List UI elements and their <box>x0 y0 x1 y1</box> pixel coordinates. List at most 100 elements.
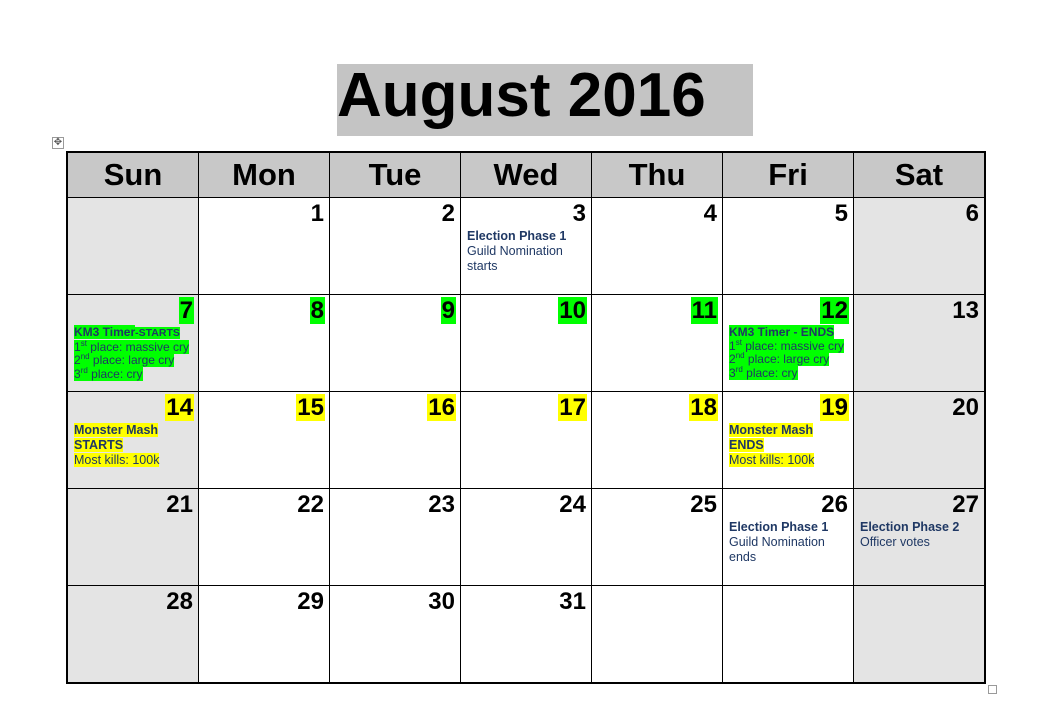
prize-line: 3rd place: cry <box>729 364 798 380</box>
prize-text: place: large cry <box>89 353 175 367</box>
day-number: 29 <box>297 588 324 615</box>
day-cell[interactable]: 19 Monster Mash ENDS Most kills: 100k <box>722 391 854 489</box>
day-cell[interactable]: 18 <box>591 391 723 489</box>
day-number <box>847 588 849 615</box>
day-number-wrap: 6 <box>854 198 984 227</box>
day-number: 28 <box>166 588 193 615</box>
day-cell[interactable]: 26 Election Phase 1 Guild Nomination ends <box>722 488 854 586</box>
day-cell[interactable]: 14 Monster Mash STARTS Most kills: 100k <box>66 391 199 489</box>
week-row: 1 2 3 Election Phase 1 Guild Nomination start… <box>66 197 986 295</box>
day-cell[interactable]: 24 <box>460 488 592 586</box>
day-number-wrap: 4 <box>592 198 722 227</box>
event: Election Phase 1 Guild Nomination ends <box>723 518 853 565</box>
day-cell[interactable]: 5 <box>722 197 854 295</box>
day-cell[interactable]: 6 <box>853 197 986 295</box>
day-number-wrap: 23 <box>330 489 460 518</box>
weekday-header-row: Sun Mon Tue Wed Thu Fri Sat <box>66 151 986 198</box>
prize-rank: 2 <box>729 352 736 366</box>
prize-rank: 3 <box>729 365 736 380</box>
event-status: ENDS <box>729 438 764 452</box>
day-number: 9 <box>440 297 456 324</box>
prize-text: place: cry <box>87 366 143 381</box>
day-number-wrap: 19 <box>723 392 853 421</box>
day-number: 23 <box>428 491 455 518</box>
day-number-wrap: 14 <box>68 392 198 421</box>
day-cell[interactable]: 31 <box>460 585 592 684</box>
prize-line: 2nd place: large cry <box>729 352 830 366</box>
day-cell[interactable]: 1 <box>198 197 330 295</box>
day-cell[interactable] <box>722 585 854 684</box>
day-number-wrap: 15 <box>199 392 329 421</box>
day-cell[interactable]: 9 <box>329 294 461 392</box>
day-number-wrap <box>854 586 984 615</box>
day-cell[interactable]: 2 <box>329 197 461 295</box>
day-number-wrap: 9 <box>330 295 460 324</box>
prize-rank: 3 <box>74 366 81 381</box>
day-number: 2 <box>441 200 455 227</box>
day-cell[interactable]: 21 <box>66 488 199 586</box>
week-row: 28 29 30 31 <box>66 585 986 684</box>
event-title-suffix: -STARTS <box>135 327 180 339</box>
day-number-wrap <box>723 586 853 615</box>
day-cell[interactable] <box>591 585 723 684</box>
day-number: 10 <box>558 297 587 324</box>
day-cell[interactable]: 17 <box>460 391 592 489</box>
day-cell[interactable]: 20 <box>853 391 986 489</box>
day-cell[interactable]: 11 <box>591 294 723 392</box>
prize-text: place: massive cry <box>86 339 189 354</box>
day-cell[interactable]: 3 Election Phase 1 Guild Nomination starts <box>460 197 592 295</box>
event-title: KM3 Timer - ENDS <box>729 325 835 339</box>
day-number: 24 <box>559 491 586 518</box>
day-cell[interactable]: 16 <box>329 391 461 489</box>
day-cell[interactable]: 4 <box>591 197 723 295</box>
calendar-title: August 2016 <box>337 61 706 130</box>
day-number: 22 <box>297 491 324 518</box>
day-number: 30 <box>428 588 455 615</box>
day-number-wrap: 5 <box>723 198 853 227</box>
event: Election Phase 2 Officer votes <box>854 518 984 550</box>
day-number: 12 <box>820 297 849 324</box>
day-number: 5 <box>834 200 848 227</box>
day-number <box>716 588 718 615</box>
event-detail: Guild Nomination <box>467 244 563 258</box>
day-number-wrap: 30 <box>330 586 460 615</box>
day-number: 25 <box>690 491 717 518</box>
prize-text: place: large cry <box>744 352 830 366</box>
table-resize-handle[interactable] <box>988 685 997 694</box>
day-number-wrap: 11 <box>592 295 722 324</box>
table-move-handle-icon[interactable]: ✥ <box>52 137 64 149</box>
day-number: 6 <box>965 200 979 227</box>
day-cell[interactable]: 25 <box>591 488 723 586</box>
event: Election Phase 1 Guild Nomination starts <box>461 227 591 274</box>
day-cell[interactable]: 12 KM3 Timer - ENDS 1st place: massive cry… <box>722 294 854 392</box>
day-number: 20 <box>952 394 979 421</box>
week-row: 7 KM3 Timer-STARTS 1st place: massive cry 2… <box>66 294 986 392</box>
day-cell[interactable]: 23 <box>329 488 461 586</box>
day-number-wrap: 18 <box>592 392 722 421</box>
day-number: 15 <box>296 394 325 421</box>
weekday-header: Sun <box>66 151 199 198</box>
day-number-wrap: 16 <box>330 392 460 421</box>
day-cell[interactable]: 13 <box>853 294 986 392</box>
day-number: 13 <box>952 297 979 324</box>
day-number-wrap: 2 <box>330 198 460 227</box>
prize-rank-suffix: rd <box>735 364 743 374</box>
day-cell[interactable] <box>853 585 986 684</box>
day-cell[interactable]: 28 <box>66 585 199 684</box>
day-number: 27 <box>952 491 979 518</box>
prize-rank: 1 <box>74 339 81 354</box>
event-detail: Officer votes <box>860 535 930 549</box>
day-cell[interactable]: 27 Election Phase 2 Officer votes <box>853 488 986 586</box>
day-cell[interactable] <box>66 197 199 295</box>
day-number: 21 <box>166 491 193 518</box>
day-cell[interactable]: 30 <box>329 585 461 684</box>
day-cell[interactable]: 7 KM3 Timer-STARTS 1st place: massive cry 2… <box>66 294 199 392</box>
event-detail: Most kills: 100k <box>74 453 160 467</box>
day-number: 4 <box>703 200 717 227</box>
day-cell[interactable]: 29 <box>198 585 330 684</box>
day-cell[interactable]: 8 <box>198 294 330 392</box>
day-cell[interactable]: 10 <box>460 294 592 392</box>
day-cell[interactable]: 22 <box>198 488 330 586</box>
day-cell[interactable]: 15 <box>198 391 330 489</box>
event-title: Election Phase 2 <box>860 520 960 534</box>
